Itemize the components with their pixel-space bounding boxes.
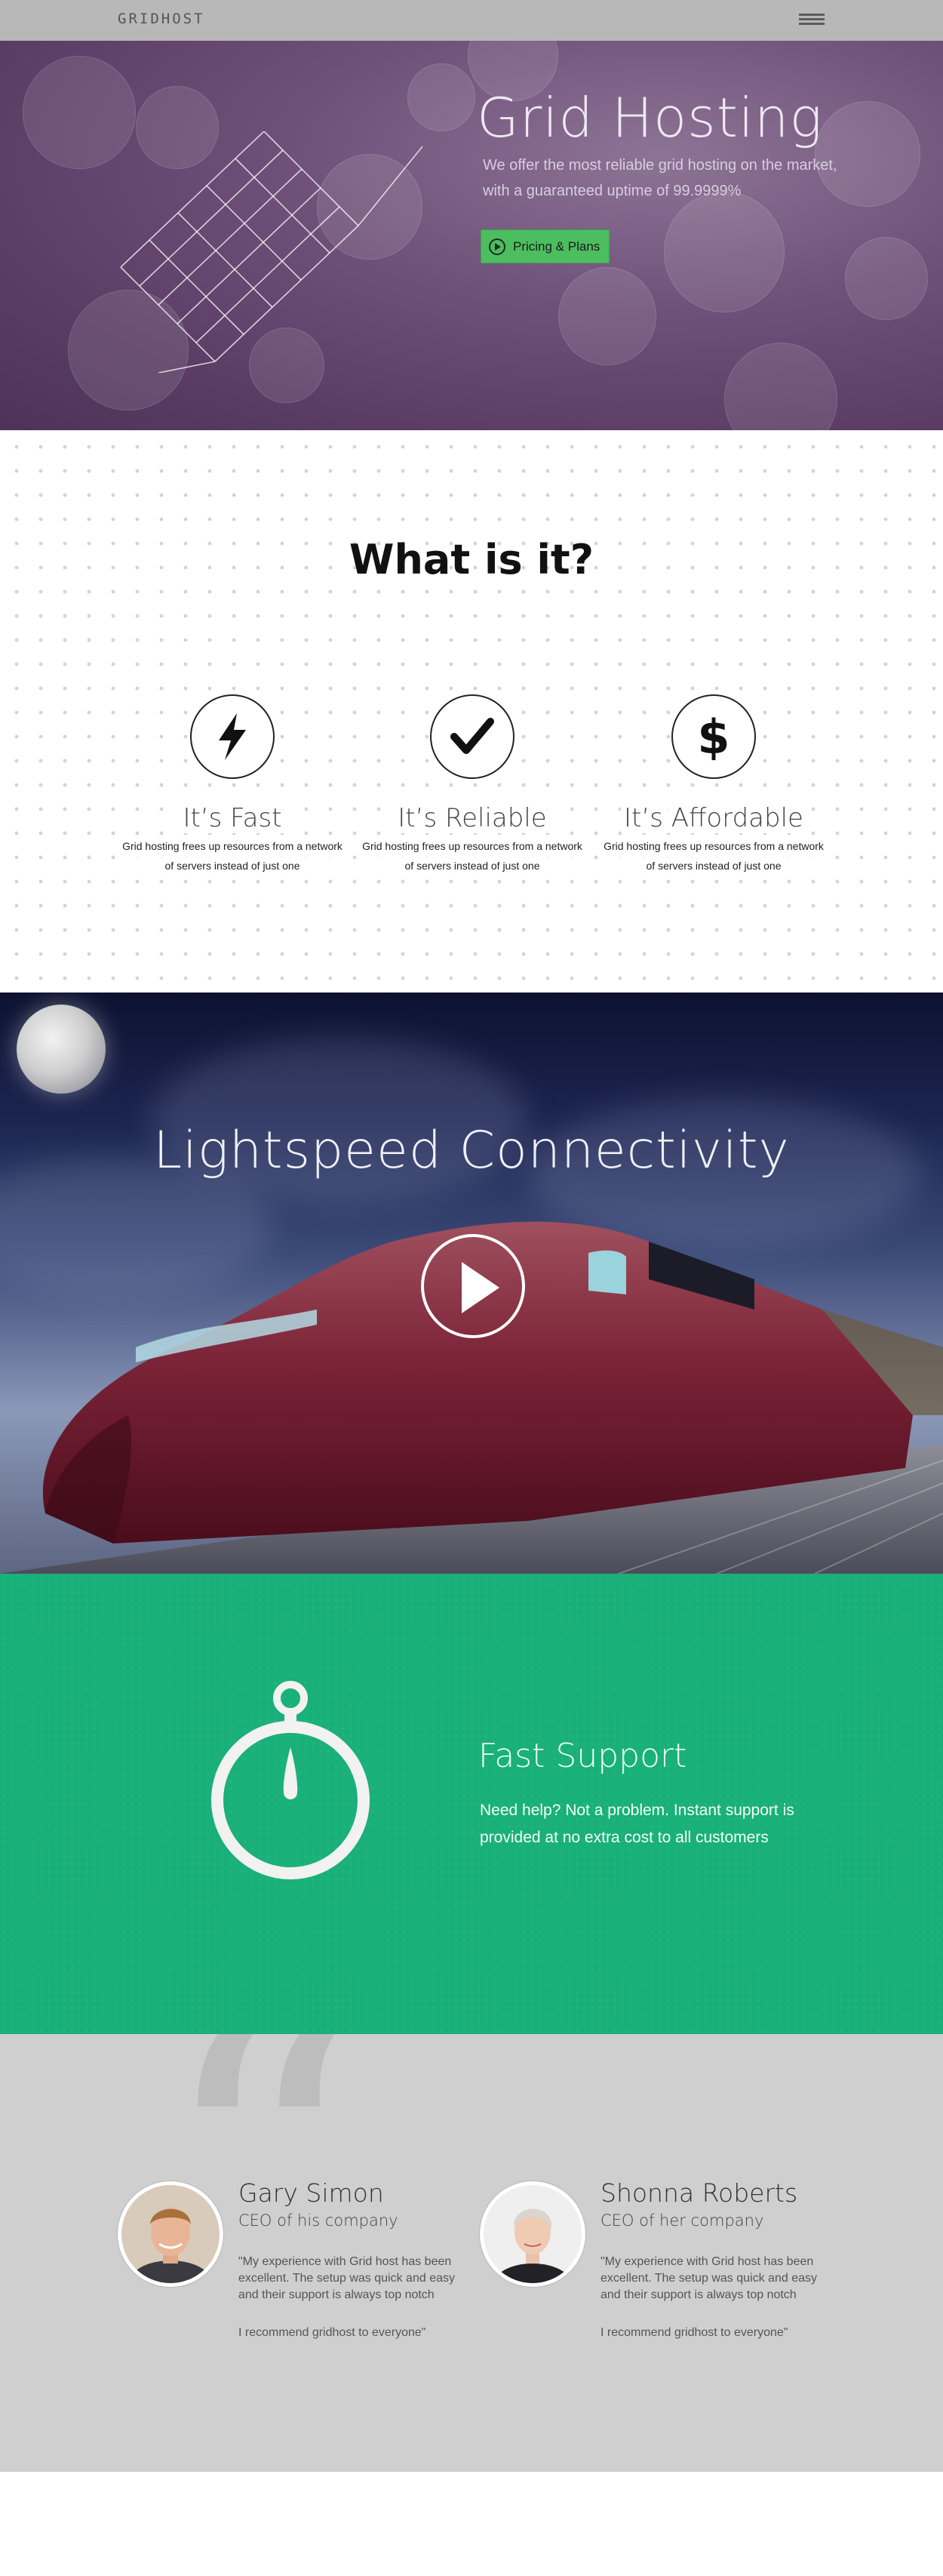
testimonial-quote: "My experience with Grid host has been e… [601, 2255, 817, 2301]
feature-affordable: $ It’s Affordable Grid hosting frees up … [601, 694, 827, 876]
bokeh-light [558, 267, 656, 365]
testimonial-role: CEO of his company [238, 2211, 398, 2230]
grid-lattice-graphic [120, 131, 423, 373]
dollar-icon: $ [671, 694, 756, 779]
testimonial-quote: "My experience with Grid host has been e… [238, 2255, 455, 2301]
avatar [480, 2181, 585, 2287]
bokeh-light [407, 63, 475, 131]
testimonial-name: Shonna Roberts [601, 2178, 798, 2208]
what-is-it-section: What is it? It’s Fast Grid hosting frees… [0, 430, 943, 993]
feature-title: It’s Affordable [621, 803, 806, 833]
feature-title: It’s Fast [180, 803, 285, 833]
feature-reliable: It’s Reliable Grid hosting frees up reso… [359, 694, 585, 876]
feature-fast: It’s Fast Grid hosting frees up resource… [119, 694, 346, 876]
testimonial-role: CEO of her company [601, 2211, 764, 2230]
pricing-plans-label: Pricing & Plans [513, 239, 601, 254]
hero-subtitle: We offer the most reliable grid hosting … [483, 157, 837, 199]
lightning-bolt-icon [190, 694, 275, 779]
pricing-plans-button[interactable]: Pricing & Plans [481, 229, 610, 263]
bokeh-light [845, 237, 928, 320]
page-footer-space [0, 2472, 943, 2576]
avatar [118, 2181, 223, 2287]
feature-title: It’s Reliable [395, 803, 550, 833]
feature-description: Grid hosting frees up resources from a n… [601, 836, 827, 876]
checkmark-icon [430, 694, 515, 779]
support-title: Fast Support [478, 1737, 687, 1775]
testimonial-recommend: I recommend gridhost to everyone" [238, 2326, 426, 2339]
hero-section: Grid Hosting We offer the most reliable … [0, 41, 943, 430]
testimonial-recommend: I recommend gridhost to everyone" [601, 2326, 788, 2339]
bokeh-light [664, 192, 785, 312]
section-title: What is it? [349, 536, 594, 583]
bokeh-light [724, 343, 837, 430]
support-section: Fast Support Need help? Not a problem. I… [0, 1574, 943, 2034]
lightspeed-section: Lightspeed Connectivity [0, 993, 943, 1574]
video-play-icon[interactable] [421, 1234, 525, 1338]
feature-description: Grid hosting frees up resources from a n… [359, 836, 585, 876]
hero-title: Grid Hosting [477, 86, 823, 149]
testimonial-name: Gary Simon [238, 2178, 384, 2208]
lightspeed-title: Lightspeed Connectivity [153, 1121, 790, 1180]
stopwatch-icon [211, 1681, 370, 1879]
site-logo[interactable]: GRIDHOST [118, 11, 205, 27]
play-circle-icon [489, 238, 505, 255]
top-nav-bar: GRIDHOST [0, 0, 943, 41]
feature-description: Grid hosting frees up resources from a n… [119, 836, 346, 876]
hamburger-menu-icon[interactable] [796, 11, 828, 29]
support-description: Need help? Not a problem. Instant suppor… [480, 1802, 794, 1846]
testimonials-section: “ Gary Simon CEO of his company "My expe… [0, 2034, 943, 2472]
